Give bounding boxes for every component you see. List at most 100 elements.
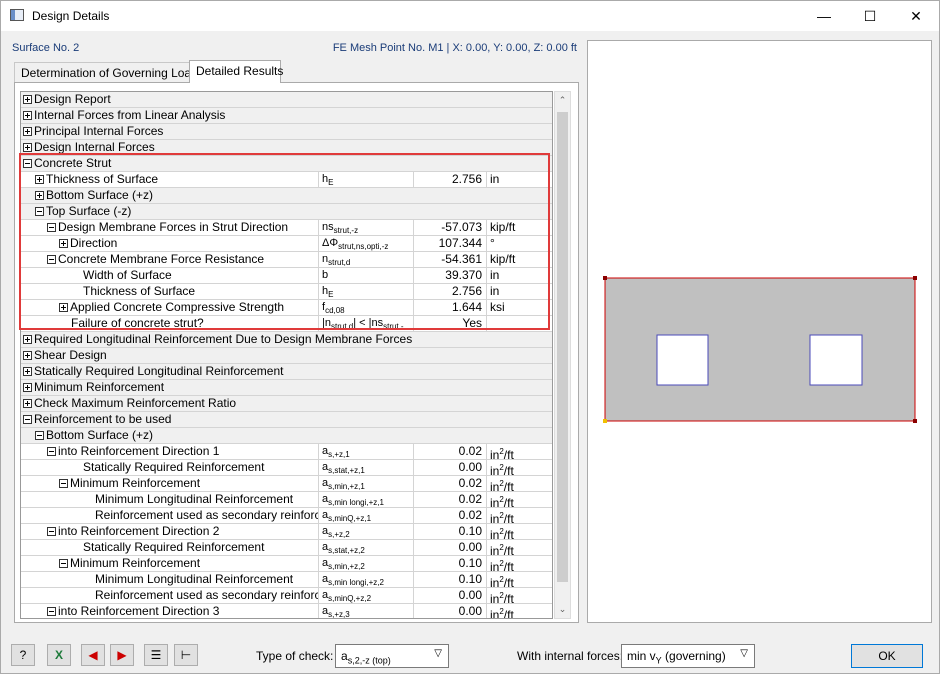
collapse-icon[interactable] — [47, 223, 56, 232]
table-row[interactable]: Design Report — [21, 92, 552, 108]
table-row[interactable]: Minimum Longitudinal Reinforcement as,min… — [21, 492, 552, 508]
expand-icon[interactable] — [23, 351, 32, 360]
collapse-icon[interactable] — [59, 559, 68, 568]
row-name-cell: Minimum Reinforcement — [21, 556, 318, 571]
expand-icon[interactable] — [23, 143, 32, 152]
title-bar: Design Details — ☐ ✕ — [1, 1, 939, 31]
symbol-cell: as,min longi,+z,1 — [318, 492, 413, 507]
table-row[interactable]: Width of Surface b 39.370 in — [21, 268, 552, 284]
internal-forces-select[interactable]: min vY (governing) ▽ — [621, 644, 755, 668]
expand-icon[interactable] — [23, 95, 32, 104]
table-row[interactable]: Top Surface (-z) — [21, 204, 552, 220]
table-row[interactable]: Bottom Surface (+z) — [21, 428, 552, 444]
tree-view-button[interactable]: ⊢ — [174, 644, 198, 666]
minimize-button[interactable]: — — [801, 1, 847, 31]
row-label: Design Membrane Forces in Strut Directio… — [58, 220, 289, 234]
row-label: Failure of concrete strut? — [71, 316, 204, 330]
table-row[interactable]: Internal Forces from Linear Analysis — [21, 108, 552, 124]
list-view-button[interactable]: ☰ — [144, 644, 168, 666]
collapse-icon[interactable] — [47, 607, 56, 616]
tab-governing-loads[interactable]: Determination of Governing Loads — [14, 62, 204, 82]
previous-button[interactable]: ◀ — [81, 644, 105, 666]
table-row[interactable]: Bottom Surface (+z) — [21, 188, 552, 204]
expand-icon[interactable] — [23, 335, 32, 344]
maximize-button[interactable]: ☐ — [847, 1, 893, 31]
row-label: Reinforcement to be used — [34, 412, 172, 426]
expand-icon[interactable] — [59, 303, 68, 312]
row-label: Thickness of Surface — [83, 284, 196, 298]
export-excel-button[interactable]: X — [47, 644, 71, 666]
vertical-scrollbar[interactable]: ⌃ ⌄ — [554, 91, 571, 619]
table-row[interactable]: Principal Internal Forces — [21, 124, 552, 140]
table-row[interactable]: Statically Required Reinforcement as,stat… — [21, 540, 552, 556]
collapse-icon[interactable] — [47, 527, 56, 536]
row-label: Minimum Reinforcement — [70, 556, 201, 570]
table-row[interactable]: Reinforcement used as secondary reinforc… — [21, 588, 552, 604]
table-row[interactable]: Shear Design — [21, 348, 552, 364]
opening-1 — [656, 334, 709, 386]
expand-icon[interactable] — [23, 111, 32, 120]
expand-icon[interactable] — [59, 239, 68, 248]
unit-text: in — [490, 608, 500, 619]
table-row[interactable]: Design Internal Forces — [21, 140, 552, 156]
table-row[interactable]: Minimum Reinforcement — [21, 380, 552, 396]
table-row[interactable]: Thickness of Surface hE 2.756 in — [21, 284, 552, 300]
collapse-icon[interactable] — [35, 207, 44, 216]
table-row[interactable]: Concrete Membrane Force Resistance nstrut… — [21, 252, 552, 268]
expand-icon[interactable] — [35, 191, 44, 200]
table-row[interactable]: Minimum Longitudinal Reinforcement as,min… — [21, 572, 552, 588]
expand-icon[interactable] — [23, 399, 32, 408]
table-row[interactable]: into Reinforcement Direction 2 as,+z,2 0.1… — [21, 524, 552, 540]
results-panel: Design Report Internal Forces from Linear… — [14, 82, 579, 623]
expand-icon[interactable] — [23, 127, 32, 136]
table-row[interactable]: Design Membrane Forces in Strut Directio… — [21, 220, 552, 236]
next-button[interactable]: ▶ — [110, 644, 134, 666]
scroll-down-button[interactable]: ⌄ — [555, 601, 570, 618]
type-of-check-select[interactable]: as,2,-z (top) ▽ — [335, 644, 449, 668]
table-row[interactable]: Minimum Reinforcement as,min,+z,2 0.10 in2/… — [21, 556, 552, 572]
scroll-up-button[interactable]: ⌃ — [555, 92, 570, 109]
table-row[interactable]: Failure of concrete strut? |nstrut,d| < |… — [21, 316, 552, 332]
tab-detailed-results[interactable]: Detailed Results — [189, 60, 283, 83]
expand-icon[interactable] — [23, 383, 32, 392]
row-name-cell: Minimum Reinforcement — [21, 380, 552, 395]
row-label: into Reinforcement Direction 3 — [58, 604, 220, 618]
expand-icon[interactable] — [23, 367, 32, 376]
collapse-icon[interactable] — [47, 255, 56, 264]
row-name-cell: Minimum Reinforcement — [21, 476, 318, 491]
row-label: Top Surface (-z) — [46, 204, 132, 218]
scroll-thumb[interactable] — [557, 112, 568, 582]
mesh-point-label: FE Mesh Point No. M1 | X: 0.00, Y: 0.00,… — [332, 42, 577, 54]
help-button[interactable]: ? — [11, 644, 35, 666]
expand-icon[interactable] — [35, 175, 44, 184]
row-name-cell: Width of Surface — [21, 268, 318, 283]
table-row[interactable]: into Reinforcement Direction 3 as,+z,3 0.0… — [21, 604, 552, 619]
close-button[interactable]: ✕ — [893, 1, 939, 31]
table-row[interactable]: Thickness of Surface hE 2.756 in — [21, 172, 552, 188]
collapse-icon[interactable] — [47, 447, 56, 456]
table-row[interactable]: Direction ΔΦstrut,ns,opti,-z 107.344 ° — [21, 236, 552, 252]
symbol-subscript: s,min,+z,2 — [328, 562, 365, 571]
table-row[interactable]: into Reinforcement Direction 1 as,+z,1 0.0… — [21, 444, 552, 460]
row-label: Statically Required Reinforcement — [83, 460, 265, 474]
row-label: Width of Surface — [83, 268, 172, 282]
table-row[interactable]: Required Longitudinal Reinforcement Due … — [21, 332, 552, 348]
table-row[interactable]: Statically Required Longitudinal Reinfor… — [21, 364, 552, 380]
row-name-cell: Direction — [21, 236, 318, 251]
unit-cell: ° — [486, 236, 552, 251]
table-row[interactable]: Check Maximum Reinforcement Ratio — [21, 396, 552, 412]
collapse-icon[interactable] — [23, 159, 32, 168]
ok-button[interactable]: OK — [851, 644, 923, 668]
results-tree-grid[interactable]: Design Report Internal Forces from Linear… — [20, 91, 553, 619]
table-row[interactable]: Statically Required Reinforcement as,stat… — [21, 460, 552, 476]
collapse-icon[interactable] — [23, 415, 32, 424]
symbol-cell: as,stat,+z,1 — [318, 460, 413, 475]
symbol-subscript: s,stat,+z,2 — [328, 546, 365, 555]
table-row[interactable]: Reinforcement to be used — [21, 412, 552, 428]
table-row[interactable]: Reinforcement used as secondary reinforc… — [21, 508, 552, 524]
collapse-icon[interactable] — [35, 431, 44, 440]
table-row[interactable]: Minimum Reinforcement as,min,+z,1 0.02 in2/… — [21, 476, 552, 492]
table-row[interactable]: Concrete Strut — [21, 156, 552, 172]
collapse-icon[interactable] — [59, 479, 68, 488]
table-row[interactable]: Applied Concrete Compressive Strength fcd… — [21, 300, 552, 316]
